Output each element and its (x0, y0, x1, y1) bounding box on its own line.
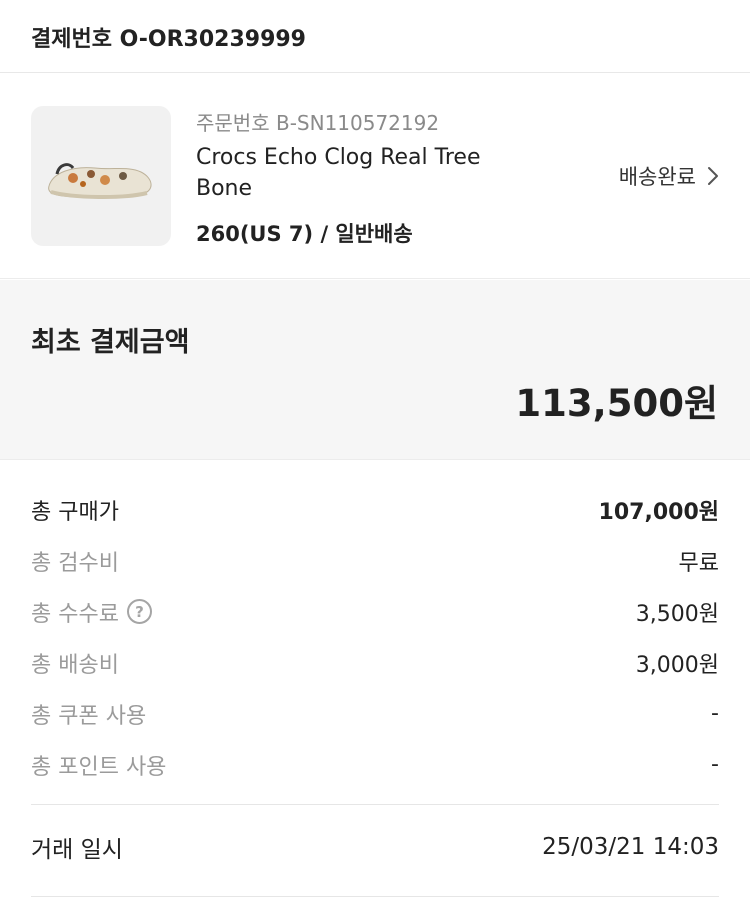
payment-number-title: 결제번호 O-OR30239999 (31, 21, 306, 53)
breakdown-value: 3,000원 (635, 652, 719, 678)
chevron-right-icon (708, 167, 718, 185)
breakdown-label-with-help: 총 수수료 ? (31, 596, 152, 628)
payment-header: 결제번호 O-OR30239999 (0, 0, 750, 73)
breakdown-row-shipping: 총 배송비 3,000원 (31, 637, 719, 688)
breakdown-label: 총 배송비 (31, 652, 119, 678)
delivery-status-label: 배송완료 (618, 165, 696, 189)
delivery-status-link[interactable]: 배송완료 (619, 161, 720, 191)
breakdown-value: 107,000원 (598, 499, 719, 525)
order-number-label: 주문번호 (196, 111, 270, 135)
breakdown-row-inspection: 총 검수비 무료 (31, 535, 719, 586)
breakdown-label: 총 검수비 (31, 550, 119, 576)
breakdown-value: 3,500원 (635, 601, 719, 627)
breakdown-row-fee: 총 수수료 ? 3,500원 (31, 586, 719, 637)
question-mark-circle-icon[interactable]: ? (126, 599, 152, 624)
breakdown-row-purchase: 총 구매가 107,000원 (31, 484, 719, 535)
price-breakdown: 총 구매가 107,000원 총 검수비 무료 총 수수료 ? 3,500원 총… (31, 484, 719, 790)
breakdown-value: 무료 (678, 550, 719, 576)
product-thumbnail[interactable] (31, 106, 171, 246)
section-divider (31, 804, 719, 805)
breakdown-value: - (711, 701, 719, 726)
trade-datetime-value: 25/03/21 14:03 (542, 834, 719, 860)
breakdown-label: 총 포인트 사용 (31, 754, 167, 780)
initial-payment-amount: 113,500원 (515, 382, 718, 425)
breakdown-row-points: 총 포인트 사용 - (31, 739, 719, 790)
breakdown-label: 총 쿠폰 사용 (31, 703, 147, 729)
product-card[interactable]: 주문번호 B-SN110572192 Crocs Echo Clog Real … (0, 74, 750, 279)
product-name[interactable]: Crocs Echo Clog Real Tree Bone (196, 142, 526, 204)
breakdown-value: - (711, 752, 719, 777)
payment-number-label: 결제번호 (31, 27, 112, 52)
section-divider (31, 896, 719, 897)
trade-datetime-label: 거래 일시 (31, 837, 123, 863)
order-number: 주문번호 B-SN110572192 (196, 107, 439, 136)
initial-payment-panel: 최초 결제금액 113,500원 (0, 280, 750, 460)
payment-number-value: O-OR30239999 (119, 27, 306, 52)
breakdown-label: 총 수수료 (31, 601, 119, 627)
trade-datetime-row: 거래 일시 25/03/21 14:03 (31, 830, 719, 864)
breakdown-row-coupon: 총 쿠폰 사용 - (31, 688, 719, 739)
initial-payment-title: 최초 결제금액 (31, 327, 190, 358)
order-number-value: B-SN110572192 (275, 111, 440, 135)
clog-shoe-image (48, 163, 152, 199)
breakdown-label: 총 구매가 (31, 499, 119, 525)
product-option: 260(US 7) / 일반배송 (196, 222, 413, 246)
